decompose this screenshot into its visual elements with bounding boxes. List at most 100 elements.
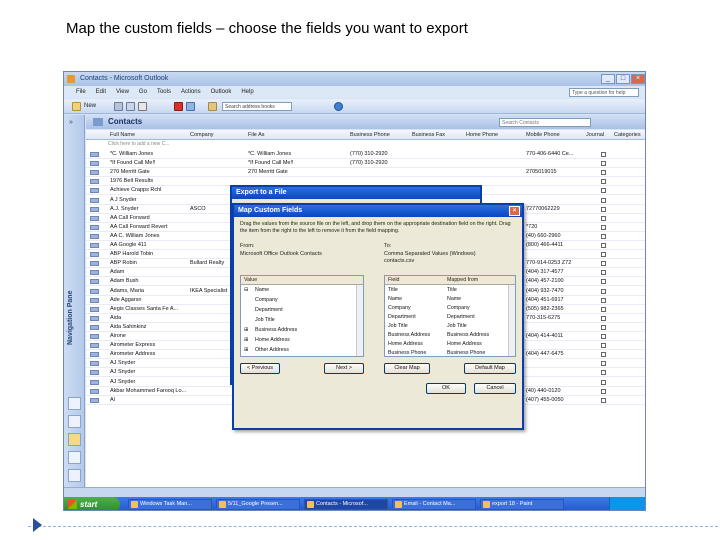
help-search-input[interactable]: Type a question for help <box>569 88 639 97</box>
default-map-button[interactable]: Default Map <box>464 363 516 374</box>
journal-checkbox[interactable] <box>601 179 606 185</box>
journal-checkbox[interactable] <box>601 152 606 157</box>
list-item[interactable]: Company Company <box>385 304 515 312</box>
flag-icon[interactable] <box>174 102 183 111</box>
journal-checkbox[interactable] <box>601 288 606 294</box>
list-item[interactable]: Company <box>241 296 363 304</box>
taskbar-item-paint[interactable]: export 18 - Paint <box>480 499 564 510</box>
menu-go[interactable]: Go <box>139 86 147 98</box>
address-book-search[interactable]: Search address books <box>222 102 292 111</box>
col-journal[interactable]: Journal <box>586 130 604 140</box>
journal-checkbox[interactable] <box>601 379 606 385</box>
calendar-nav-icon[interactable] <box>68 415 81 428</box>
source-list-scrollbar[interactable] <box>356 285 363 356</box>
expand-toggle-icon[interactable]: ⊟ <box>244 286 248 294</box>
journal-checkbox[interactable] <box>601 161 606 167</box>
col-mobile-phone[interactable]: Mobile Phone <box>526 130 560 140</box>
new-button[interactable]: New <box>84 99 96 114</box>
list-item[interactable]: Home Address Home Address <box>385 340 515 348</box>
journal-checkbox[interactable] <box>601 297 606 303</box>
delete-icon[interactable] <box>138 102 147 111</box>
start-button[interactable]: start <box>64 497 120 510</box>
table-row[interactable]: 270 Merritt Gate 270 Merritt Gate 27050190… <box>86 168 645 178</box>
journal-checkbox[interactable] <box>601 315 606 321</box>
cancel-button[interactable]: Cancel <box>474 383 516 394</box>
col-business-phone[interactable]: Business Phone <box>350 130 390 140</box>
list-item[interactable]: Department <box>241 306 363 314</box>
navigation-pane[interactable]: » Navigation Pane <box>64 115 85 487</box>
print-icon[interactable] <box>114 102 123 111</box>
list-item[interactable]: ⊞ Other Address <box>241 346 363 354</box>
journal-checkbox[interactable] <box>601 188 606 194</box>
journal-checkbox[interactable] <box>601 243 606 248</box>
notes-nav-icon[interactable] <box>68 469 81 482</box>
list-item[interactable]: Business Phone Business Phone <box>385 349 515 357</box>
next-button[interactable]: Next > <box>324 363 364 374</box>
journal-checkbox[interactable] <box>601 252 606 258</box>
taskbar-item-google[interactable]: 5/11_Google Presen... <box>216 499 300 510</box>
journal-checkbox[interactable] <box>601 370 606 376</box>
journal-checkbox[interactable] <box>601 279 606 285</box>
close-button[interactable]: × <box>631 74 645 84</box>
source-fields-list[interactable]: Value ⊟ Name Company Department Job Title ⊞ Bu… <box>240 275 364 357</box>
list-item[interactable]: Business Address Business Address <box>385 331 515 339</box>
list-item[interactable]: Job Title Job Title <box>385 322 515 330</box>
journal-checkbox[interactable] <box>601 215 606 221</box>
tasks-nav-icon[interactable] <box>68 451 81 464</box>
expand-toggle-icon[interactable]: ⊞ <box>244 336 248 344</box>
expand-toggle-icon[interactable]: ⊞ <box>244 326 248 334</box>
menu-view[interactable]: View <box>116 86 129 98</box>
journal-checkbox[interactable] <box>601 206 606 212</box>
col-home-phone[interactable]: Home Phone <box>466 130 498 140</box>
list-item[interactable]: ⊞ Home Address <box>241 336 363 344</box>
menu-edit[interactable]: Edit <box>96 86 106 98</box>
journal-checkbox[interactable] <box>601 324 606 330</box>
list-item[interactable]: Department Department <box>385 313 515 321</box>
journal-checkbox[interactable] <box>601 170 606 176</box>
table-row[interactable]: *C. William Jones *C. William Jones (770) … <box>86 150 645 160</box>
address-book-icon[interactable] <box>208 102 217 111</box>
maximize-button[interactable]: □ <box>616 74 630 84</box>
destination-list-scrollbar[interactable] <box>508 285 515 356</box>
help-icon[interactable] <box>334 102 343 111</box>
add-contact-row[interactable]: Click here to add a new C... <box>108 141 169 147</box>
list-item[interactable]: Job Title <box>241 316 363 324</box>
journal-checkbox[interactable] <box>601 233 606 239</box>
minimize-button[interactable]: _ <box>601 74 615 84</box>
taskbar-item-task-manager[interactable]: Windows Task Man... <box>128 499 212 510</box>
col-business-fax[interactable]: Business Fax <box>412 130 445 140</box>
journal-checkbox[interactable] <box>601 334 606 339</box>
menu-file[interactable]: File <box>76 86 86 98</box>
journal-checkbox[interactable] <box>601 224 606 230</box>
taskbar-item-contacts[interactable]: Contacts - Microsof... <box>304 499 388 510</box>
journal-checkbox[interactable] <box>601 261 606 267</box>
menu-tools[interactable]: Tools <box>157 86 171 98</box>
previous-button[interactable]: < Previous <box>240 363 280 374</box>
destination-fields-list[interactable]: Field Mapped from Title Title Name Name Comp… <box>384 275 516 357</box>
list-item[interactable]: ⊞ Business Address <box>241 326 363 334</box>
taskbar-item-email[interactable]: Email - Contact Ma... <box>392 499 476 510</box>
list-item[interactable]: ⊟ Name <box>241 286 363 294</box>
journal-checkbox[interactable] <box>601 343 606 349</box>
journal-checkbox[interactable] <box>601 361 606 367</box>
mail-nav-icon[interactable] <box>68 397 81 410</box>
categorize-icon[interactable] <box>186 102 195 111</box>
list-item[interactable]: Title Title <box>385 286 515 294</box>
journal-checkbox[interactable] <box>601 270 606 276</box>
journal-checkbox[interactable] <box>601 352 606 358</box>
search-contacts-input[interactable]: Search Contacts <box>499 118 591 127</box>
menu-outlook[interactable]: Outlook <box>211 86 232 98</box>
move-icon[interactable] <box>126 102 135 111</box>
ok-button[interactable]: OK <box>426 383 466 394</box>
dialog-close-icon[interactable]: × <box>509 206 520 216</box>
contacts-nav-icon[interactable] <box>68 433 81 446</box>
journal-checkbox[interactable] <box>601 388 606 394</box>
menu-help[interactable]: Help <box>241 86 253 98</box>
journal-checkbox[interactable] <box>601 397 606 403</box>
journal-checkbox[interactable] <box>601 306 606 312</box>
expand-toggle-icon[interactable]: ⊞ <box>244 346 248 354</box>
col-file-as[interactable]: File As <box>248 130 265 140</box>
journal-checkbox[interactable] <box>601 197 606 203</box>
menu-actions[interactable]: Actions <box>181 86 201 98</box>
expand-chevron-icon[interactable]: » <box>69 119 73 126</box>
